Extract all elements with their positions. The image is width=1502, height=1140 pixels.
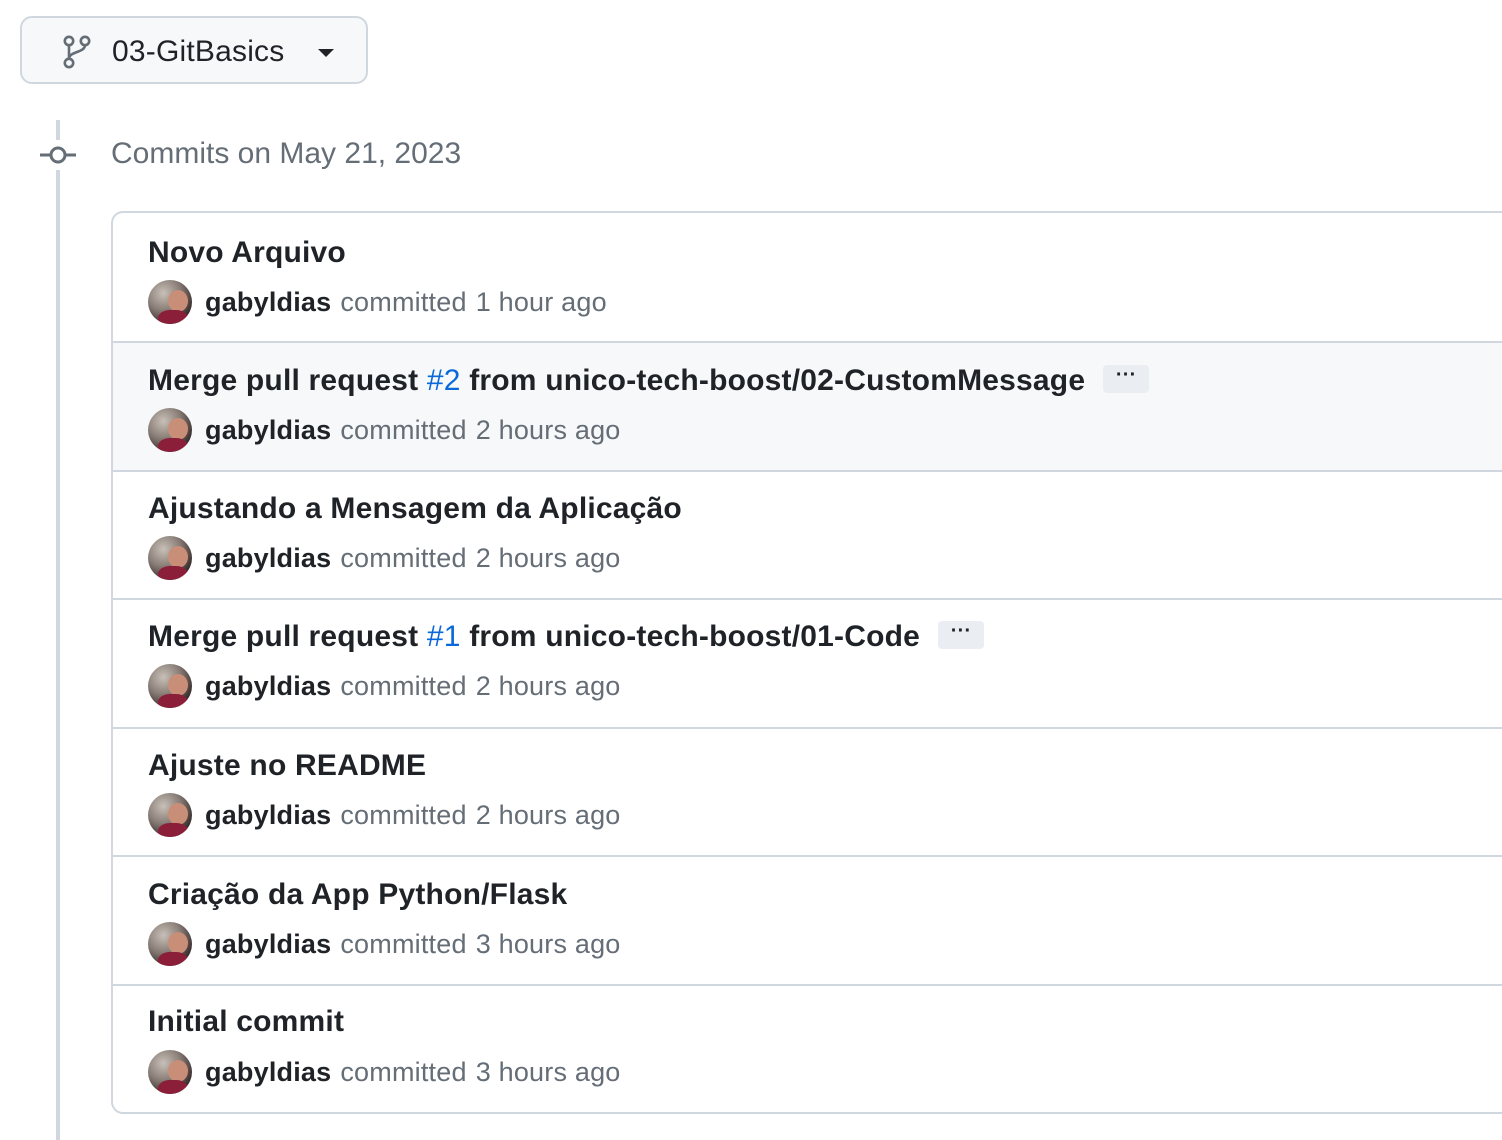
expand-message-button[interactable]: ··· (1103, 365, 1150, 394)
avatar[interactable] (148, 1050, 192, 1094)
commit-author[interactable]: gabyldias (205, 415, 331, 446)
commit-title[interactable]: Novo Arquivo (148, 235, 346, 271)
avatar[interactable] (148, 664, 192, 708)
commit-title-suffix: from unico-tech-boost/01-Code (469, 620, 921, 653)
avatar[interactable] (148, 536, 192, 580)
commit-title[interactable]: Ajuste no README (148, 748, 426, 784)
commit-title-suffix: from unico-tech-boost/02-CustomMessage (469, 364, 1086, 397)
commit-title[interactable]: Initial commit (148, 1004, 344, 1040)
commit-author[interactable]: gabyldias (205, 1057, 331, 1088)
commit-author[interactable]: gabyldias (205, 800, 331, 831)
commits-date-header: Commits on May 21, 2023 (111, 137, 462, 170)
commit-time[interactable]: 2 hours ago (476, 415, 621, 446)
caret-down-icon (318, 49, 334, 57)
commit-action: committed (340, 286, 467, 317)
timeline-line (56, 120, 60, 1140)
commit-author[interactable]: gabyldias (205, 287, 331, 318)
commit-time[interactable]: 3 hours ago (476, 1057, 621, 1088)
commit-title[interactable]: Merge pull request #1 from unico-tech-bo… (148, 619, 985, 655)
commit-action: committed (340, 1056, 467, 1087)
commit-author[interactable]: gabyldias (205, 671, 331, 702)
commit-time[interactable]: 2 hours ago (476, 671, 621, 702)
commit-action: committed (340, 542, 467, 573)
commit-meta: gabyldias committed 2 hours ago (148, 663, 621, 709)
commit-author[interactable]: gabyldias (205, 929, 331, 960)
commit-action: committed (340, 414, 467, 445)
git-branch-icon (62, 35, 92, 69)
commit-title[interactable]: Criação da App Python/Flask (148, 877, 567, 913)
commit-meta: gabyldias committed 2 hours ago (148, 535, 621, 581)
pull-request-link[interactable]: #2 (427, 364, 461, 397)
commit-time[interactable]: 2 hours ago (476, 800, 621, 831)
commit-time[interactable]: 3 hours ago (476, 929, 621, 960)
commit-row: Initial commit gabyldias committed 3 hou… (113, 986, 1502, 1112)
commit-author[interactable]: gabyldias (205, 543, 331, 574)
pull-request-link[interactable]: #1 (427, 620, 461, 653)
commit-meta: gabyldias committed 2 hours ago (148, 407, 621, 453)
commit-row: Ajuste no README gabyldias committed 2 h… (113, 729, 1502, 857)
commit-action: committed (340, 799, 467, 830)
branch-name: 03-GitBasics (112, 35, 285, 68)
commits-list: Novo Arquivo gabyldias committed 1 hour … (111, 211, 1502, 1114)
avatar[interactable] (148, 408, 192, 452)
commit-meta: gabyldias committed 1 hour ago (148, 279, 607, 325)
commit-time[interactable]: 2 hours ago (476, 543, 621, 574)
commit-row: Merge pull request #2 from unico-tech-bo… (113, 343, 1502, 472)
commit-row: Novo Arquivo gabyldias committed 1 hour … (113, 213, 1502, 343)
avatar[interactable] (148, 922, 192, 966)
commit-title[interactable]: Ajustando a Mensagem da Aplicação (148, 491, 682, 527)
commit-meta: gabyldias committed 3 hours ago (148, 921, 621, 967)
commit-meta: gabyldias committed 3 hours ago (148, 1049, 621, 1095)
commit-title-prefix: Merge pull request (148, 620, 419, 653)
commit-title-prefix: Merge pull request (148, 364, 419, 397)
git-commit-icon (38, 140, 78, 170)
avatar[interactable] (148, 280, 192, 324)
commit-row: Ajustando a Mensagem da Aplicação gabyld… (113, 472, 1502, 600)
commit-title[interactable]: Merge pull request #2 from unico-tech-bo… (148, 363, 1150, 399)
branch-selector-button[interactable]: 03-GitBasics (20, 16, 368, 84)
commit-action: committed (340, 670, 467, 701)
commit-meta: gabyldias committed 2 hours ago (148, 792, 621, 838)
commit-action: committed (340, 928, 467, 959)
expand-message-button[interactable]: ··· (938, 621, 985, 650)
commit-row: Criação da App Python/Flask gabyldias co… (113, 857, 1502, 986)
commit-row: Merge pull request #1 from unico-tech-bo… (113, 600, 1502, 729)
avatar[interactable] (148, 793, 192, 837)
commit-time[interactable]: 1 hour ago (476, 287, 607, 318)
